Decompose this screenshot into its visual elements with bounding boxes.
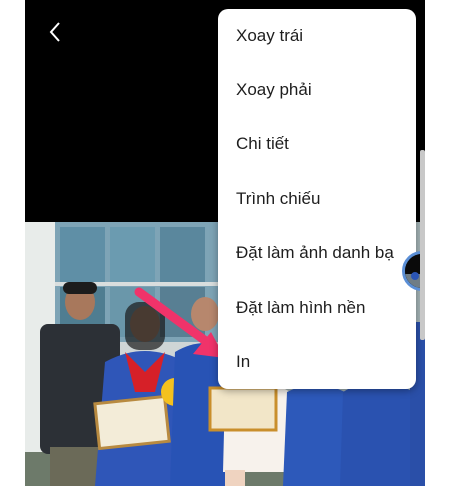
menu-item-print[interactable]: In [218,335,416,389]
menu-item-details[interactable]: Chi tiết [218,117,416,171]
context-menu: Xoay trái Xoay phải Chi tiết Trình chiếu… [218,9,416,389]
menu-item-rotate-right[interactable]: Xoay phải [218,63,416,117]
photo-viewer: Xoay trái Xoay phải Chi tiết Trình chiếu… [25,0,425,486]
menu-item-rotate-left[interactable]: Xoay trái [218,9,416,63]
edge-panel-handle[interactable] [420,150,425,340]
menu-item-set-wallpaper[interactable]: Đặt làm hình nền [218,281,416,335]
chevron-left-icon [49,22,60,42]
menu-item-slideshow[interactable]: Trình chiếu [218,172,416,226]
menu-item-set-contact-photo[interactable]: Đặt làm ảnh danh bạ [218,226,416,280]
back-button[interactable] [41,18,69,46]
